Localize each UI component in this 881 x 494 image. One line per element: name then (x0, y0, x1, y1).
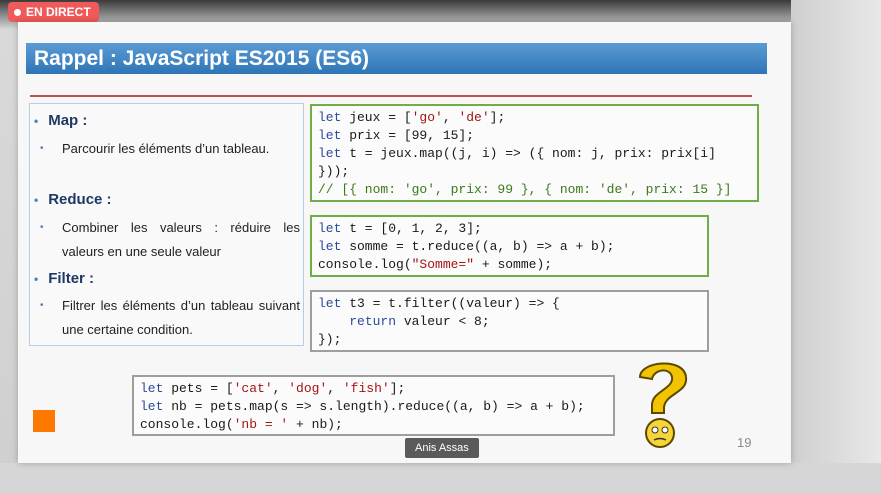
code-block-example: let pets = ['cat', 'dog', 'fish']; let nb… (132, 375, 615, 436)
concepts-panel: • Map : • Parcourir les éléments d’un tabl… (29, 103, 304, 346)
bullet-icon: • (34, 114, 39, 128)
section-heading-reduce: • Reduce : (34, 191, 112, 208)
code-line: let jeux = ['go', 'de']; (318, 110, 506, 125)
bullet-icon: • (34, 193, 39, 207)
section-text-filter: • Filtrer les éléments d’un tableau suiva… (40, 294, 300, 342)
code-line: let t = [0, 1, 2, 3]; (318, 221, 482, 236)
code-block-reduce: let t = [0, 1, 2, 3]; let somme = t.reduc… (310, 215, 709, 277)
section-text-map: • Parcourir les éléments d’un tableau. (40, 137, 300, 161)
bullet-icon: • (34, 272, 39, 286)
code-line: // [{ nom: 'go', prix: 99 }, { nom: 'de'… (318, 182, 732, 197)
section-text-reduce: • Combiner les valeurs : réduire les vale… (40, 216, 300, 264)
live-badge-label: EN DIRECT (26, 5, 91, 19)
code-line: let somme = t.reduce((a, b) => a + b); (318, 239, 615, 254)
thinking-question-icon (638, 362, 688, 448)
code-line: return valeur < 8; (349, 314, 490, 329)
presenter-name: Anis Assas (405, 438, 479, 458)
code-line: let nb = pets.map(s => s.length).reduce(… (140, 399, 585, 414)
viewer-side-area (791, 0, 881, 494)
code-line: let pets = ['cat', 'dog', 'fish']; (140, 381, 406, 396)
code-block-map: let jeux = ['go', 'de']; let prix = [99, … (310, 104, 759, 202)
live-dot-icon (14, 8, 21, 16)
slide-page-number: 19 (737, 435, 752, 450)
slide-title: Rappel : JavaScript ES2015 (ES6) (34, 47, 369, 70)
section-heading-filter: • Filter : (34, 270, 95, 287)
code-line: let t3 = t.filter((valeur) => { (318, 296, 560, 311)
sub-bullet-icon: • (40, 143, 44, 154)
section-heading-map: • Map : (34, 112, 88, 129)
code-line: })); (318, 164, 350, 179)
orange-logo (33, 410, 55, 432)
code-line: console.log("Somme=" + somme); (318, 257, 553, 272)
sub-bullet-icon: • (40, 222, 44, 233)
code-line: console.log('nb = ' + nb); (140, 417, 343, 432)
sub-bullet-icon: • (40, 300, 44, 311)
code-line: let prix = [99, 15]; (318, 128, 475, 143)
viewer-bottom-area (0, 463, 881, 494)
code-line: let t = jeux.map((j, i) => ({ nom: j, pr… (318, 146, 716, 161)
code-block-filter: let t3 = t.filter((valeur) => { return v… (310, 290, 709, 352)
live-badge: EN DIRECT (8, 2, 99, 22)
code-line: }); (318, 332, 342, 347)
slide-title-bar: Rappel : JavaScript ES2015 (ES6) (26, 43, 767, 74)
title-divider (30, 95, 752, 97)
